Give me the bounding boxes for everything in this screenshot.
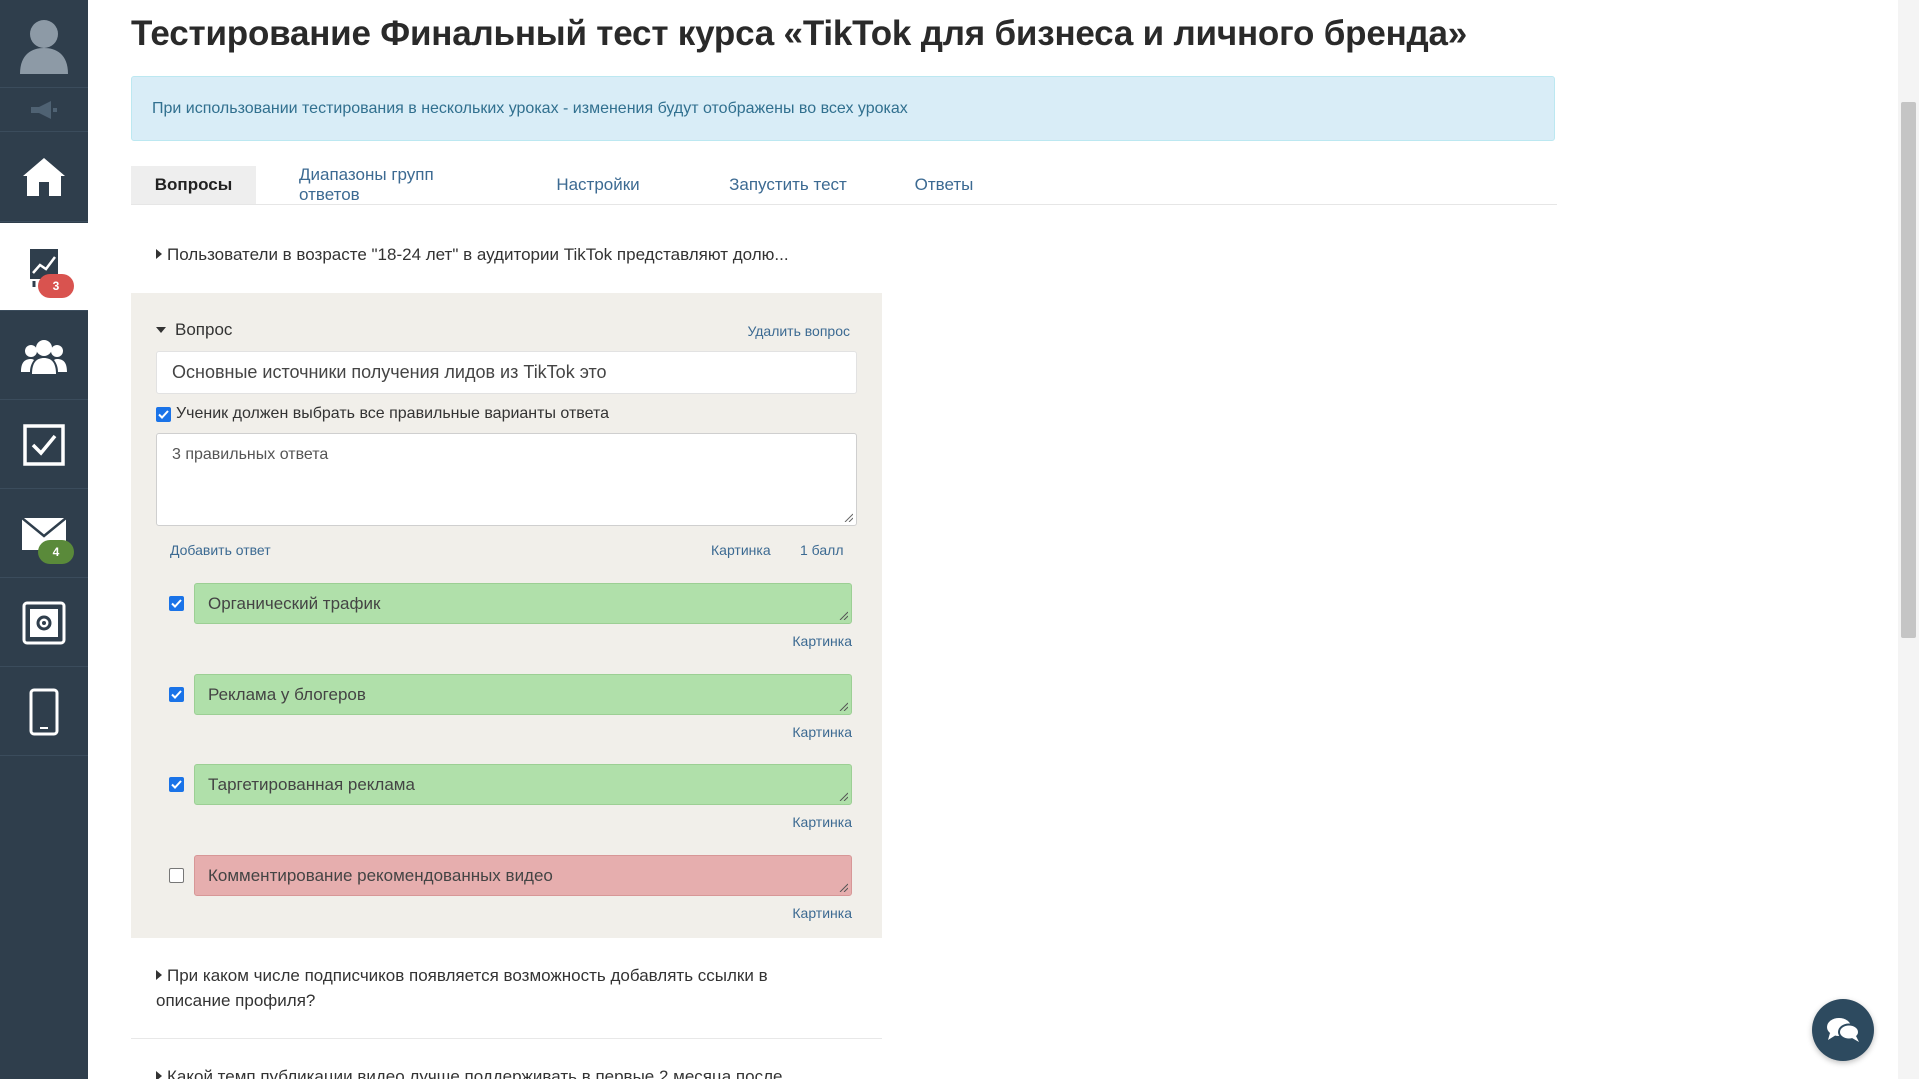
user-icon bbox=[20, 19, 68, 74]
resize-grip-icon[interactable] bbox=[838, 791, 848, 801]
answer-text-input[interactable]: Реклама у блогеров bbox=[194, 674, 852, 715]
sidebar-item-profile[interactable] bbox=[0, 0, 88, 88]
all-correct-row: Ученик должен выбрать все правильные вар… bbox=[156, 405, 609, 423]
sidebar-item-home[interactable] bbox=[0, 133, 88, 222]
answer-correct-checkbox[interactable] bbox=[169, 777, 184, 792]
answer-text: Органический трафик bbox=[208, 593, 381, 613]
answer-text: Реклама у блогеров bbox=[208, 684, 366, 704]
page-title: Тестирование Финальный тест курса «TikTo… bbox=[131, 14, 1468, 53]
answer-picture-link[interactable]: Картинка bbox=[792, 633, 852, 649]
answer-text-input[interactable]: Таргетированная реклама bbox=[194, 764, 852, 805]
sidebar-item-tasks[interactable] bbox=[0, 401, 88, 489]
caret-right-icon bbox=[156, 249, 162, 259]
sidebar-item-mobile[interactable] bbox=[0, 668, 88, 756]
question-title-cont: описание профиля? bbox=[156, 991, 316, 1010]
sidebar: 3 4 bbox=[0, 0, 88, 1079]
sidebar-item-users[interactable] bbox=[0, 312, 88, 400]
question-title: Пользователи в возрасте "18-24 лет" в ау… bbox=[167, 245, 789, 264]
divider bbox=[131, 1038, 882, 1039]
question-collapsed-3[interactable]: Какой темп публикации видео лучше поддер… bbox=[156, 1064, 782, 1079]
all-correct-label: Ученик должен выбрать все правильные вар… bbox=[176, 405, 610, 422]
resize-grip-icon[interactable] bbox=[838, 882, 848, 892]
gear-icon bbox=[22, 601, 66, 644]
resize-grip-icon[interactable] bbox=[838, 610, 848, 620]
check-icon bbox=[158, 409, 169, 419]
messages-badge: 4 bbox=[38, 540, 74, 564]
question-header: Вопрос bbox=[175, 320, 233, 339]
question-title: Какой темп публикации видео лучше поддер… bbox=[167, 1067, 783, 1079]
question-editor: Вопрос Удалить вопрос Основные источники… bbox=[131, 293, 882, 938]
sidebar-item-sales[interactable]: 3 bbox=[0, 223, 88, 311]
answer-picture-link[interactable]: Картинка bbox=[792, 814, 852, 830]
check-icon bbox=[171, 690, 182, 699]
caret-right-icon bbox=[156, 1071, 162, 1079]
answer-correct-checkbox[interactable] bbox=[169, 596, 184, 611]
question-toggle[interactable]: Вопрос bbox=[156, 320, 232, 340]
caret-down-icon bbox=[156, 327, 166, 333]
answer-text-input[interactable]: Органический трафик bbox=[194, 583, 852, 624]
sidebar-item-announcements[interactable] bbox=[0, 88, 88, 132]
home-icon bbox=[23, 158, 65, 196]
delete-question-link[interactable]: Удалить вопрос bbox=[747, 323, 850, 339]
users-icon bbox=[21, 339, 67, 374]
question-collapsed-2[interactable]: При каком числе подписчиков появляется в… bbox=[156, 963, 768, 1013]
answer-picture-link[interactable]: Картинка bbox=[792, 905, 852, 921]
answer-text-input[interactable]: Комментирование рекомендованных видео bbox=[194, 855, 852, 896]
caret-right-icon bbox=[156, 970, 162, 980]
sidebar-item-settings[interactable] bbox=[0, 579, 88, 667]
resize-grip-icon[interactable] bbox=[843, 512, 853, 522]
all-correct-checkbox[interactable] bbox=[156, 406, 171, 422]
tab-answer-ranges[interactable]: Диапазоны групп ответов bbox=[299, 165, 499, 204]
answer-text: Таргетированная реклама bbox=[208, 774, 415, 794]
points-link[interactable]: 1 балл bbox=[800, 542, 844, 558]
tabs: Вопросы Диапазоны групп ответов Настройк… bbox=[131, 165, 1557, 205]
answer-text: Комментирование рекомендованных видео bbox=[208, 865, 553, 885]
sales-badge: 3 bbox=[38, 274, 74, 298]
chat-icon bbox=[1827, 1018, 1860, 1042]
phone-icon bbox=[29, 688, 59, 735]
question-text-input[interactable]: Основные источники получения лидов из Ti… bbox=[156, 351, 857, 394]
check-icon bbox=[171, 599, 182, 608]
answer-correct-checkbox[interactable] bbox=[169, 868, 184, 883]
question-hint: 3 правильных ответа bbox=[172, 446, 329, 463]
question-hint-textarea[interactable]: 3 правильных ответа bbox=[156, 433, 857, 526]
question-picture-link[interactable]: Картинка bbox=[711, 542, 771, 558]
sidebar-item-messages[interactable]: 4 bbox=[0, 490, 88, 578]
chat-button[interactable] bbox=[1812, 999, 1874, 1061]
scrollbar-thumb[interactable] bbox=[1901, 102, 1916, 638]
resize-grip-icon[interactable] bbox=[838, 701, 848, 711]
question-title: При каком числе подписчиков появляется в… bbox=[167, 966, 768, 985]
tab-settings[interactable]: Настройки bbox=[543, 166, 653, 204]
tab-questions[interactable]: Вопросы bbox=[131, 166, 256, 204]
question-collapsed-1[interactable]: Пользователи в возрасте "18-24 лет" в ау… bbox=[156, 242, 789, 267]
add-answer-link[interactable]: Добавить ответ bbox=[170, 542, 271, 558]
answer-correct-checkbox[interactable] bbox=[169, 687, 184, 702]
megaphone-icon bbox=[31, 100, 57, 119]
answer-picture-link[interactable]: Картинка bbox=[792, 724, 852, 740]
checkbox-icon bbox=[23, 423, 65, 466]
check-icon bbox=[171, 780, 182, 789]
info-alert: При использовании тестирования в несколь… bbox=[131, 76, 1555, 141]
tab-answers[interactable]: Ответы bbox=[899, 166, 989, 204]
tab-run-test[interactable]: Запустить тест bbox=[718, 166, 858, 204]
